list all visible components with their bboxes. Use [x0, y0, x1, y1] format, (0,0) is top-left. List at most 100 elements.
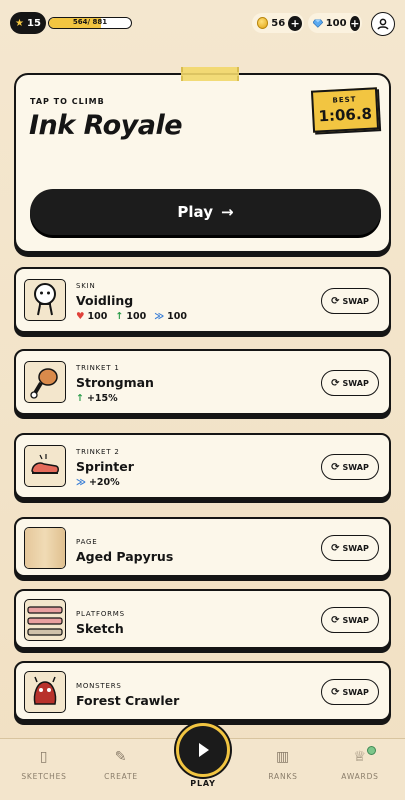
coin-count: 56	[271, 17, 286, 29]
platforms-thumbnail	[24, 599, 66, 641]
best-time: 1:06.8	[318, 104, 373, 126]
card-stats: ↑ +15%	[76, 393, 118, 404]
nav-label: CREATE	[104, 772, 138, 781]
nav-label: RANKS	[268, 772, 298, 781]
book-icon: ▯	[39, 749, 49, 765]
card-item-name: Sketch	[76, 621, 124, 636]
power-stat: ↑ 100	[115, 311, 146, 322]
swap-icon: ⟳	[331, 686, 340, 698]
swap-button[interactable]: ⟳ SWAP	[321, 370, 379, 396]
health-stat: ♥ 100	[76, 311, 107, 322]
nav-sketches[interactable]: ▯ SKETCHES	[14, 749, 74, 781]
card-kicker: MONSTERS	[76, 682, 122, 690]
swap-label: SWAP	[342, 615, 369, 625]
card-kicker: TRINKET 2	[76, 448, 120, 456]
nav-awards[interactable]: ♕ AWARDS	[330, 749, 390, 781]
loadout-card-platforms[interactable]: PLATFORMS Sketch ⟳ SWAP	[14, 589, 391, 649]
swap-button[interactable]: ⟳ SWAP	[321, 454, 379, 480]
papyrus-swatch	[25, 528, 65, 568]
level-value: 15	[27, 17, 41, 29]
hero-card[interactable]: TAP TO CLIMB Ink Royale BEST 1:06.8 Play…	[14, 67, 391, 253]
loadout-card-page[interactable]: PAGE Aged Papyrus ⟳ SWAP	[14, 517, 391, 577]
card-kicker: PAGE	[76, 538, 98, 546]
wing-icon: ≫	[76, 477, 86, 488]
speed-stat: ≫ +20%	[76, 477, 120, 488]
speed-value: 100	[167, 311, 187, 322]
swap-label: SWAP	[342, 687, 369, 697]
nav-play-button[interactable]	[176, 723, 230, 777]
swap-icon: ⟳	[331, 614, 340, 626]
arrow-up-icon: ↑	[76, 393, 84, 404]
swap-button[interactable]: ⟳ SWAP	[321, 607, 379, 633]
card-item-name: Aged Papyrus	[76, 549, 174, 564]
swap-icon: ⟳	[331, 295, 340, 307]
gem-balance[interactable]: 100 +	[308, 13, 362, 33]
gem-count: 100	[325, 17, 347, 29]
nav-label: AWARDS	[341, 772, 379, 781]
bar-chart-icon: ▥	[275, 749, 291, 765]
play-icon	[199, 743, 209, 757]
notification-dot	[367, 746, 376, 755]
loadout-card-trinket-2[interactable]: TRINKET 2 Sprinter ≫ +20% ⟳ SWAP	[14, 433, 391, 499]
loadout-card-monsters[interactable]: MONSTERS Forest Crawler ⟳ SWAP	[14, 661, 391, 721]
swap-label: SWAP	[342, 543, 369, 553]
star-icon: ★	[15, 17, 25, 29]
sneaker-icon	[31, 454, 59, 474]
play-button[interactable]: Play →	[30, 189, 381, 235]
xp-progress-bar: 564/ 881	[48, 17, 132, 29]
power-value: +15%	[86, 393, 118, 404]
power-value: 100	[126, 311, 147, 322]
skin-thumbnail	[24, 279, 66, 321]
page-thumbnail	[24, 527, 66, 569]
swap-label: SWAP	[342, 378, 369, 388]
loadout-card-trinket-1[interactable]: TRINKET 1 Strongman ↑ +15% ⟳ SWAP	[14, 349, 391, 415]
add-gems-button[interactable]: +	[349, 15, 360, 31]
profile-button[interactable]	[371, 12, 395, 36]
game-title: Ink Royale	[29, 110, 183, 141]
swap-button[interactable]: ⟳ SWAP	[321, 288, 379, 314]
speed-value: +20%	[88, 477, 120, 488]
monsters-thumbnail	[24, 671, 66, 713]
swap-label: SWAP	[342, 462, 369, 472]
swap-icon: ⟳	[331, 377, 340, 389]
trophy-icon: ♕	[353, 749, 367, 765]
card-kicker: PLATFORMS	[76, 610, 125, 618]
card-stats: ≫ +20%	[76, 477, 120, 488]
xp-text: 564/ 881	[72, 18, 108, 26]
gem-icon	[313, 18, 323, 28]
best-time-badge: BEST 1:06.8	[310, 87, 380, 133]
add-coins-button[interactable]: +	[288, 15, 302, 31]
coin-balance[interactable]: 56 +	[252, 13, 304, 33]
card-item-name: Forest Crawler	[76, 693, 180, 708]
swap-button[interactable]: ⟳ SWAP	[321, 679, 379, 705]
pencil-icon: ✎	[114, 749, 128, 765]
drumstick-icon	[30, 368, 58, 399]
arrow-right-icon: →	[221, 203, 234, 221]
heart-icon: ♥	[76, 311, 85, 322]
card-item-name: Sprinter	[76, 459, 134, 474]
nav-ranks[interactable]: ▥ RANKS	[253, 749, 313, 781]
play-label: Play	[177, 203, 213, 221]
swap-button[interactable]: ⟳ SWAP	[321, 535, 379, 561]
tape-decoration	[181, 67, 239, 81]
user-icon	[377, 18, 389, 30]
loadout-card-skin[interactable]: SKIN Voidling ♥ 100 ↑ 100 ≫ 100 ⟳ SWAP	[14, 267, 391, 333]
nav-create[interactable]: ✎ CREATE	[91, 749, 151, 781]
monster-icon	[33, 676, 57, 705]
health-value: 100	[87, 311, 108, 322]
card-item-name: Strongman	[76, 375, 154, 390]
speed-stat: ≫ 100	[154, 311, 187, 322]
arrow-up-icon: ↑	[115, 311, 124, 322]
top-status-bar: ★ 15 564/ 881 56 + 100 +	[10, 12, 395, 36]
card-kicker: TRINKET 1	[76, 364, 120, 372]
platforms-icon	[27, 606, 63, 636]
card-kicker: SKIN	[76, 282, 96, 290]
swap-icon: ⟳	[331, 461, 340, 473]
nav-label: SKETCHES	[21, 772, 67, 781]
level-badge[interactable]: ★ 15	[10, 12, 46, 34]
nav-play-label: PLAY	[190, 779, 216, 788]
card-item-name: Voidling	[76, 293, 134, 308]
swap-label: SWAP	[342, 296, 369, 306]
swap-icon: ⟳	[331, 542, 340, 554]
voidling-character-icon	[34, 283, 56, 316]
